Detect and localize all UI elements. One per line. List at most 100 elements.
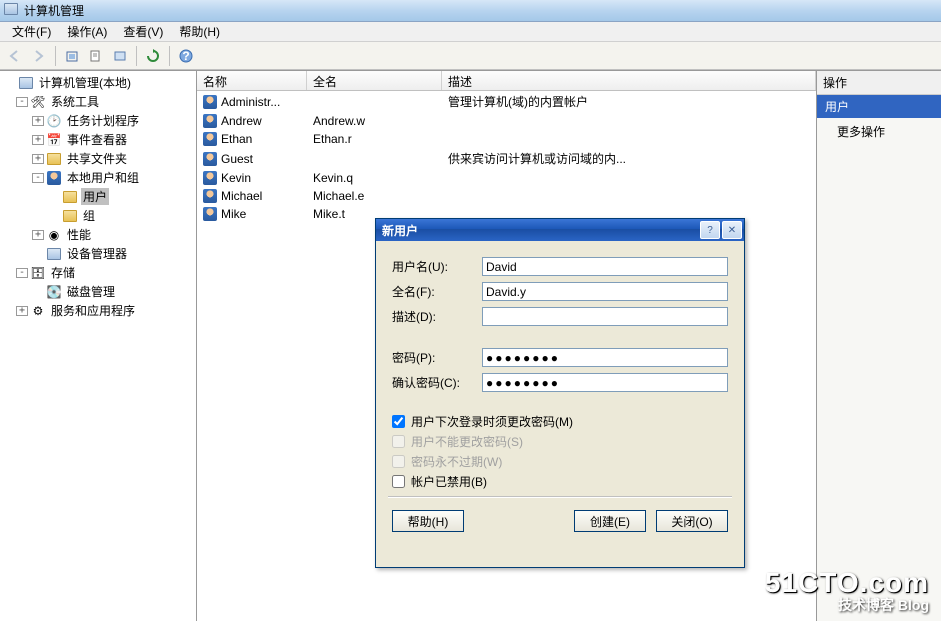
export-button[interactable] — [109, 45, 131, 67]
dialog-close-btn[interactable]: 关闭(O) — [656, 510, 728, 532]
chk-must-change-row[interactable]: 用户下次登录时须更改密码(M) — [392, 413, 728, 430]
chk-must-change[interactable] — [392, 415, 405, 428]
dialog-close-button[interactable]: ✕ — [722, 221, 742, 239]
password-input[interactable] — [482, 348, 728, 367]
user-name: Mike — [221, 207, 246, 221]
chk-cannot-change — [392, 435, 405, 448]
list-item[interactable]: Kevin Kevin.q — [197, 169, 816, 187]
tree-services[interactable]: +⚙服务和应用程序 — [2, 301, 194, 320]
actions-panel: 操作 用户 更多操作 — [817, 71, 941, 621]
new-user-dialog: 新用户 ? ✕ 用户名(U): 全名(F): 描述(D): 密码(P): 确认密… — [375, 218, 745, 568]
fullname-label: 全名(F): — [392, 283, 482, 300]
collapse-icon[interactable]: - — [16, 268, 28, 278]
toolbar-separator — [136, 46, 137, 66]
toolbar: ? — [0, 42, 941, 70]
app-icon — [4, 3, 20, 19]
tree-panel[interactable]: 计算机管理(本地) -🛠系统工具 +🕑任务计划程序 +📅事件查看器 +共享文件夹… — [0, 71, 197, 621]
actions-more[interactable]: 更多操作 — [817, 118, 941, 145]
menubar: 文件(F) 操作(A) 查看(V) 帮助(H) — [0, 22, 941, 42]
chk-never-expire-row: 密码永不过期(W) — [392, 453, 728, 470]
dialog-create-btn[interactable]: 创建(E) — [574, 510, 646, 532]
list-item[interactable]: Administr...管理计算机(域)的内置帐户 — [197, 91, 816, 112]
toolbar-separator — [55, 46, 56, 66]
help-button[interactable]: ? — [175, 45, 197, 67]
dialog-help-btn[interactable]: 帮助(H) — [392, 510, 464, 532]
menu-action[interactable]: 操作(A) — [59, 21, 115, 42]
tree-root[interactable]: 计算机管理(本地) — [2, 73, 194, 92]
user-icon — [203, 114, 217, 128]
users-icon — [46, 170, 62, 186]
chk-never-expire — [392, 455, 405, 468]
chk-disabled[interactable] — [392, 475, 405, 488]
tree-groups[interactable]: 组 — [2, 206, 194, 225]
collapse-icon[interactable]: - — [16, 97, 28, 107]
menu-help[interactable]: 帮助(H) — [171, 21, 228, 42]
user-icon — [203, 132, 217, 146]
tree-storage[interactable]: -🗄存储 — [2, 263, 194, 282]
tree-event-viewer[interactable]: +📅事件查看器 — [2, 130, 194, 149]
nav-back-button — [4, 45, 26, 67]
tree-diskmgr[interactable]: 💽磁盘管理 — [2, 282, 194, 301]
confirm-password-input[interactable] — [482, 373, 728, 392]
folder-icon — [62, 189, 78, 205]
tree-shared-folders[interactable]: +共享文件夹 — [2, 149, 194, 168]
tree-devmgr[interactable]: 设备管理器 — [2, 244, 194, 263]
expand-icon[interactable]: + — [32, 230, 44, 240]
list-item[interactable]: Ethan Ethan.r — [197, 130, 816, 148]
desc-label: 描述(D): — [392, 308, 482, 325]
chk-disabled-row[interactable]: 帐户已禁用(B) — [392, 473, 728, 490]
expand-icon[interactable]: + — [32, 135, 44, 145]
user-name: Kevin — [221, 171, 251, 185]
col-name[interactable]: 名称 — [197, 71, 307, 90]
dialog-titlebar[interactable]: 新用户 ? ✕ — [376, 219, 744, 241]
collapse-icon[interactable]: - — [32, 173, 44, 183]
nav-forward-button — [28, 45, 50, 67]
window-title: 计算机管理 — [24, 2, 84, 19]
fullname-input[interactable] — [482, 282, 728, 301]
device-icon — [46, 246, 62, 262]
user-fullname: Mike.t — [313, 207, 345, 221]
user-fullname: Michael.e — [313, 189, 364, 203]
user-fullname: Ethan.r — [313, 132, 352, 146]
col-fullname[interactable]: 全名 — [307, 71, 442, 90]
expand-icon[interactable]: + — [16, 306, 28, 316]
event-icon: 📅 — [46, 132, 62, 148]
refresh-button[interactable] — [142, 45, 164, 67]
toolbar-separator — [169, 46, 170, 66]
perf-icon: ◉ — [46, 227, 62, 243]
user-name: Ethan — [221, 132, 252, 146]
list-item[interactable]: MichaelMichael.e — [197, 187, 816, 205]
tree-task-scheduler[interactable]: +🕑任务计划程序 — [2, 111, 194, 130]
properties-button[interactable] — [85, 45, 107, 67]
services-icon: ⚙ — [30, 303, 46, 319]
password-label: 密码(P): — [392, 349, 482, 366]
list-header: 名称 全名 描述 — [197, 71, 816, 91]
user-icon — [203, 189, 217, 203]
tree-local-users[interactable]: -本地用户和组 — [2, 168, 194, 187]
user-desc: 管理计算机(域)的内置帐户 — [448, 93, 588, 110]
menu-view[interactable]: 查看(V) — [115, 21, 171, 42]
dialog-help-button[interactable]: ? — [700, 221, 720, 239]
clock-icon: 🕑 — [46, 113, 62, 129]
expand-icon[interactable]: + — [32, 154, 44, 164]
up-button[interactable] — [61, 45, 83, 67]
tree-users[interactable]: 用户 — [2, 187, 194, 206]
dialog-separator — [388, 496, 732, 498]
chk-cannot-change-row: 用户不能更改密码(S) — [392, 433, 728, 450]
actions-selection: 用户 — [817, 95, 941, 118]
list-item[interactable]: AndrewAndrew.w — [197, 112, 816, 130]
storage-icon: 🗄 — [30, 265, 46, 281]
tree-systools[interactable]: -🛠系统工具 — [2, 92, 194, 111]
menu-file[interactable]: 文件(F) — [4, 21, 59, 42]
svg-text:?: ? — [182, 49, 189, 63]
desc-input[interactable] — [482, 307, 728, 326]
user-fullname: Kevin.q — [313, 171, 353, 185]
list-item[interactable]: Guest供来宾访问计算机或访问域的内... — [197, 148, 816, 169]
expand-icon[interactable]: + — [32, 116, 44, 126]
col-desc[interactable]: 描述 — [442, 71, 816, 90]
tree-performance[interactable]: +◉性能 — [2, 225, 194, 244]
user-fullname: Andrew.w — [313, 114, 365, 128]
user-icon — [203, 152, 217, 166]
user-desc: 供来宾访问计算机或访问域的内... — [448, 150, 626, 167]
username-input[interactable] — [482, 257, 728, 276]
